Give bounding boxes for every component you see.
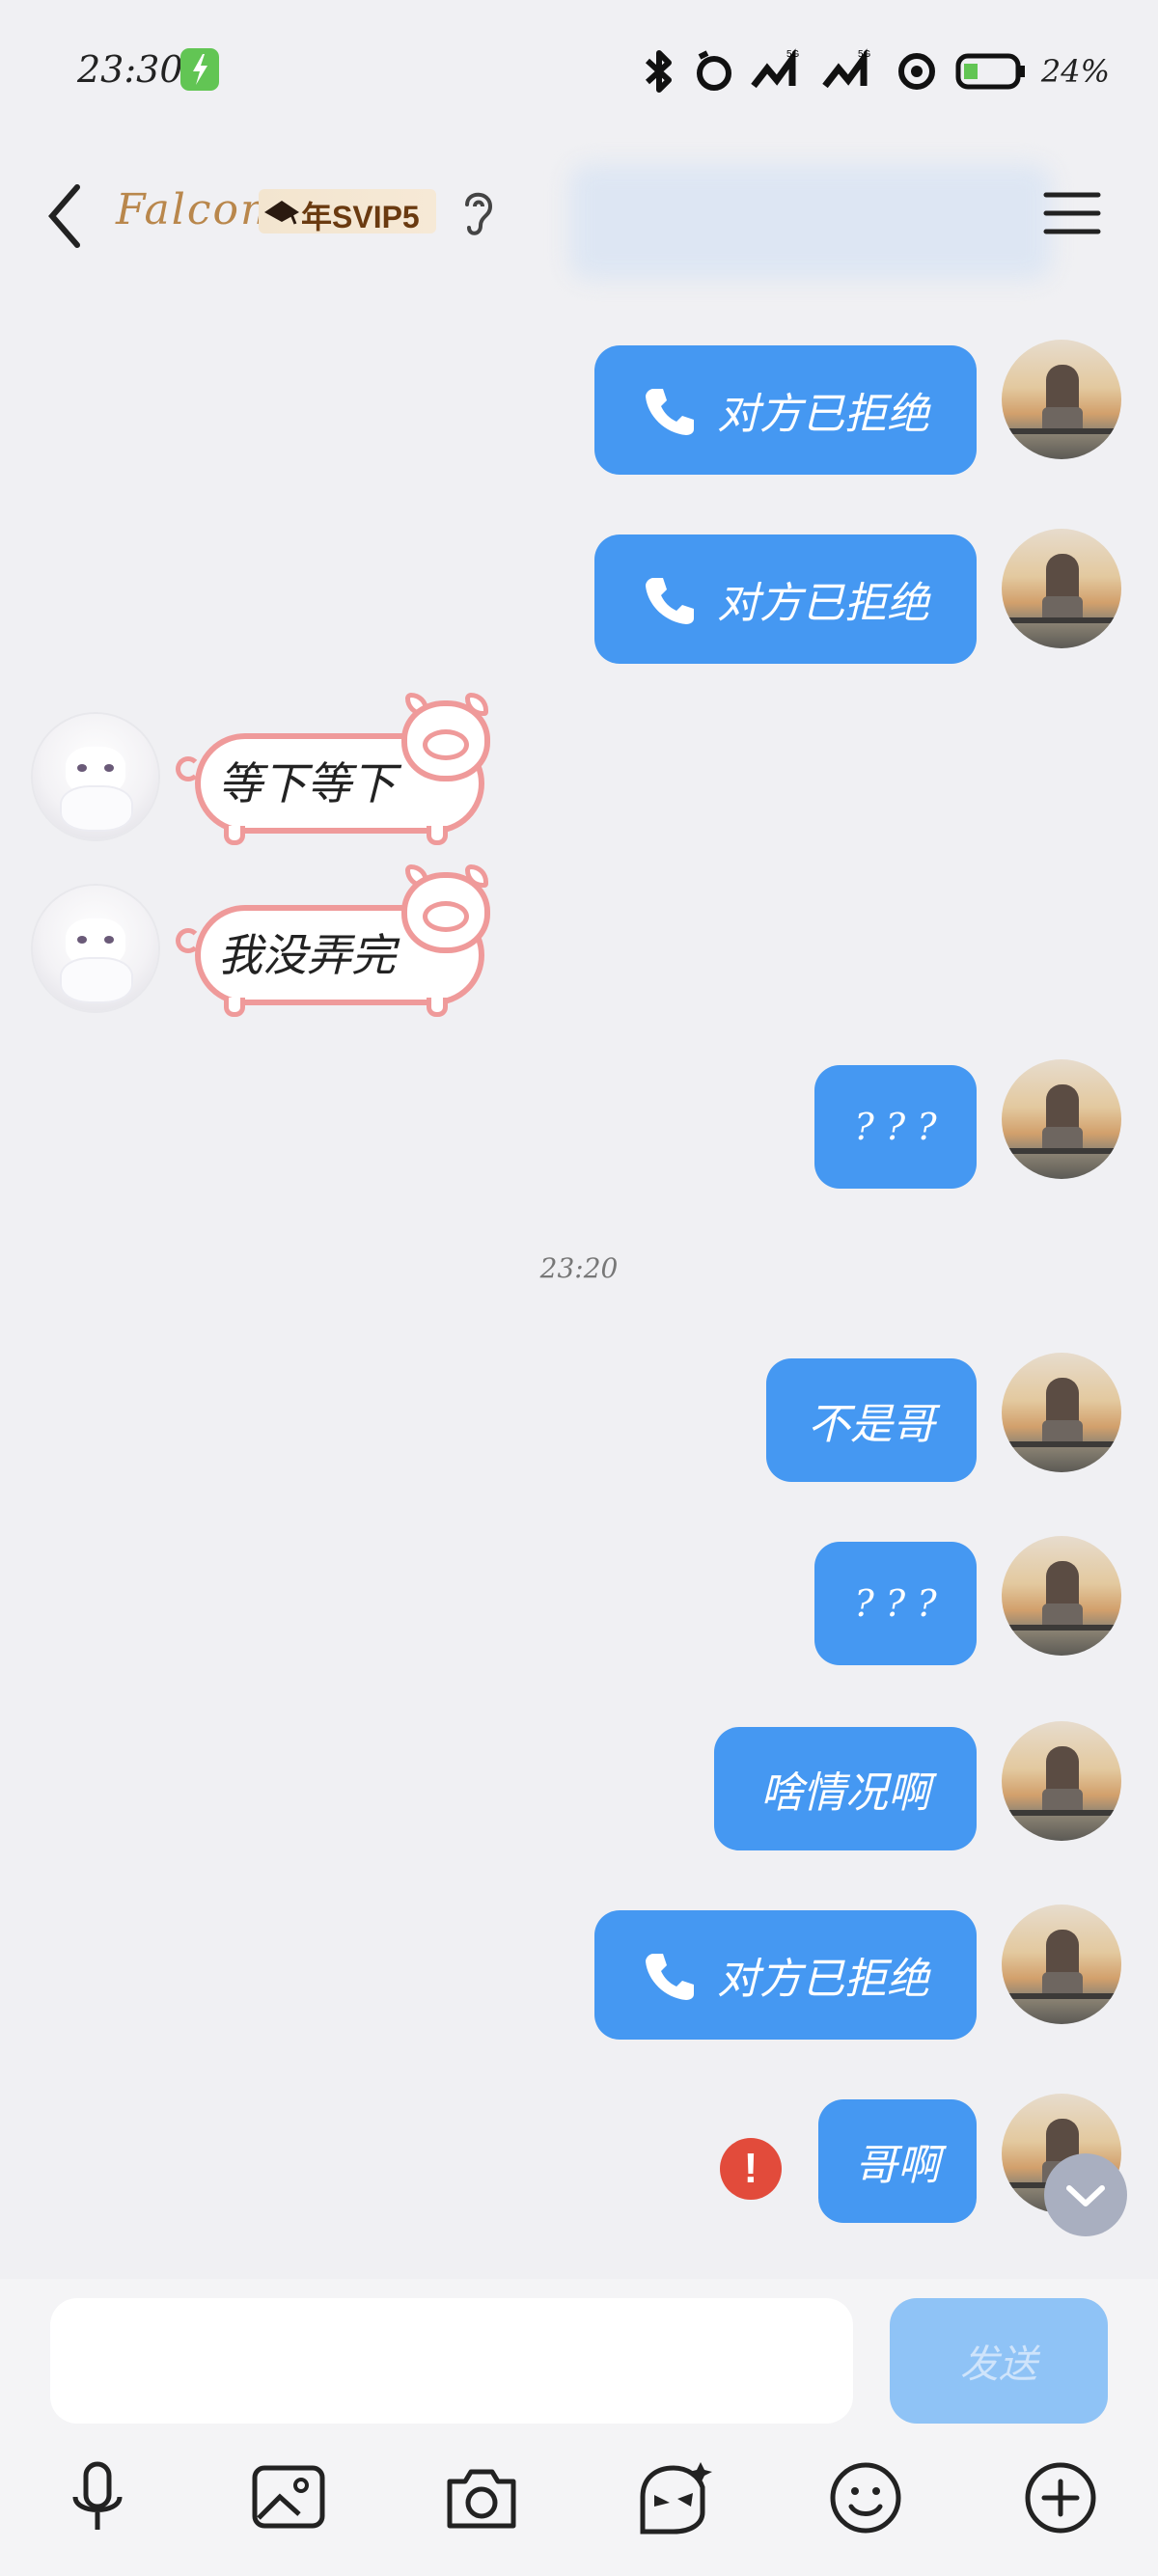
message-text: 对方已拒绝 (717, 390, 929, 439)
error-icon[interactable]: ! (720, 2138, 782, 2200)
message-bubble-call[interactable]: 对方已拒绝 (594, 534, 977, 664)
toolbar (0, 2454, 1158, 2551)
back-arrow-icon (48, 184, 80, 248)
charging-icon (180, 48, 219, 91)
avatar-self[interactable] (1002, 529, 1121, 648)
message-text: 哥啊 (855, 2141, 940, 2190)
image-button[interactable] (245, 2454, 332, 2541)
signal-5g-icon: 5G (751, 48, 800, 89)
microphone-icon (72, 2461, 123, 2530)
input-bar: 发送 (0, 2279, 1158, 2576)
message-bubble-pig[interactable]: 等下等下 (176, 693, 504, 855)
back-button[interactable] (39, 178, 96, 255)
message-input[interactable] (50, 2298, 853, 2424)
message-text: 对方已拒绝 (717, 579, 929, 628)
svg-text:5G: 5G (858, 49, 871, 60)
message-text: 啥情况啊 (760, 1768, 930, 1818)
status-time: 23:30 (77, 48, 183, 91)
status-bar: 23:30 5G 5G 24% (0, 0, 1158, 145)
phone-icon (646, 578, 694, 624)
vip-cap-icon (264, 201, 299, 225)
phone-icon (646, 389, 694, 435)
battery-percent: 24% (1040, 53, 1110, 90)
message-bubble-call[interactable]: 对方已拒绝 (594, 345, 977, 475)
signal-5g-icon-2: 5G (822, 48, 871, 89)
wifi-icon (897, 53, 935, 90)
avatar-self[interactable] (1002, 1059, 1121, 1179)
message-bubble-call[interactable]: 对方已拒绝 (594, 1910, 977, 2040)
emoji-icon (830, 2462, 901, 2534)
message-text: 等下等下 (218, 757, 396, 809)
alarm-icon (696, 50, 731, 91)
avatar-self[interactable] (1002, 340, 1121, 459)
microphone-button[interactable] (54, 2454, 141, 2541)
message-text: 我没弄完 (218, 929, 396, 981)
send-button[interactable]: 发送 (890, 2298, 1108, 2424)
sticker-button[interactable] (629, 2454, 716, 2541)
status-icons: 5G 5G 24% (640, 42, 1110, 100)
scroll-to-bottom-button[interactable] (1044, 2153, 1127, 2236)
plus-icon (1025, 2462, 1096, 2534)
chevron-down-icon (1066, 2185, 1105, 2206)
menu-button[interactable] (1040, 183, 1104, 243)
emoji-button[interactable] (822, 2454, 909, 2541)
message-bubble[interactable]: 不是哥 (766, 1358, 977, 1482)
more-button[interactable] (1017, 2454, 1104, 2541)
camera-icon (447, 2469, 516, 2529)
message-text: 对方已拒绝 (717, 1955, 929, 2004)
camera-button[interactable] (438, 2454, 525, 2541)
message-text: ? ? ? (854, 1582, 937, 1625)
bluetooth-icon (645, 50, 672, 93)
avatar-self[interactable] (1002, 1536, 1121, 1656)
avatar-contact[interactable] (33, 886, 158, 1011)
chat-header: Falcon 年SVIP5 (0, 145, 1158, 289)
phone-icon (646, 1954, 694, 2000)
sticker-icon (640, 2462, 712, 2535)
avatar-self[interactable] (1002, 1721, 1121, 1841)
message-bubble[interactable]: 啥情况啊 (714, 1727, 977, 1850)
vip-badge-text: 年SVIP5 (301, 200, 420, 234)
avatar-self[interactable] (1002, 1353, 1121, 1472)
blurred-region (569, 164, 1052, 280)
svg-text:5G: 5G (786, 49, 800, 60)
message-text: ? ? ? (854, 1106, 937, 1148)
message-bubble[interactable]: ? ? ? (814, 1542, 977, 1665)
avatar-self[interactable] (1002, 1905, 1121, 2024)
message-text: 不是哥 (808, 1400, 935, 1449)
message-timestamp: 23:20 (539, 1252, 619, 1284)
vip-badge[interactable]: 年SVIP5 (259, 189, 436, 234)
ear-icon[interactable] (454, 185, 502, 239)
message-bubble-pig[interactable]: 我没弄完 (176, 864, 504, 1027)
battery-icon (955, 53, 1025, 90)
message-bubble[interactable]: ? ? ? (814, 1065, 977, 1189)
image-icon (252, 2465, 325, 2529)
menu-icon (1043, 192, 1101, 234)
avatar-contact[interactable] (33, 714, 158, 839)
chat-title[interactable]: Falcon (116, 185, 269, 234)
message-bubble[interactable]: 哥啊 (818, 2099, 977, 2223)
